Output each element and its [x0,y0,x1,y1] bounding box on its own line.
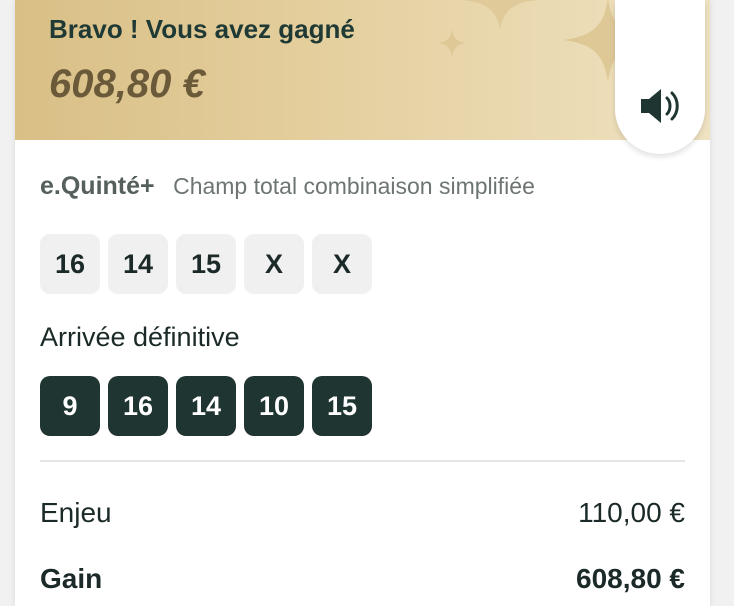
win-title: Bravo ! Vous avez gagné [49,14,355,44]
speaker-icon [641,89,679,123]
selection-chip: 16 [40,234,100,294]
sparkle-decoration-small [437,28,467,58]
win-amount: 608,80 € [49,62,205,106]
arrival-chip: 10 [244,376,304,436]
win-card: Bravo ! Vous avez gagné 608,80 € e.Quint… [15,0,710,606]
bet-description: Champ total combinaison simplifiée [173,173,535,199]
sparkle-decoration [455,0,545,30]
bet-type-line: e.Quinté+ Champ total combinaison simpli… [40,172,535,201]
arrival-chip: 14 [176,376,236,436]
sound-toggle-button[interactable] [615,0,705,154]
arrival-chip: 16 [108,376,168,436]
selection-chips: 16 14 15 X X [40,234,372,294]
arrival-chips: 9 16 14 10 15 [40,376,372,436]
bet-type: e.Quinté+ [40,172,155,200]
win-banner: Bravo ! Vous avez gagné 608,80 € [15,0,710,140]
selection-chip: X [312,234,372,294]
stake-label: Enjeu [40,497,112,528]
arrival-chip: 9 [40,376,100,436]
selection-chip: 15 [176,234,236,294]
stake-row: Enjeu 110,00 € [40,497,685,529]
gain-value: 608,80 € [576,563,685,594]
divider [40,460,685,462]
stake-value: 110,00 € [578,497,685,528]
arrival-chip: 15 [312,376,372,436]
selection-chip: X [244,234,304,294]
selection-chip: 14 [108,234,168,294]
gain-row: Gain 608,80 € [40,563,685,595]
gain-label: Gain [40,563,103,594]
arrival-label: Arrivée définitive [40,322,240,352]
